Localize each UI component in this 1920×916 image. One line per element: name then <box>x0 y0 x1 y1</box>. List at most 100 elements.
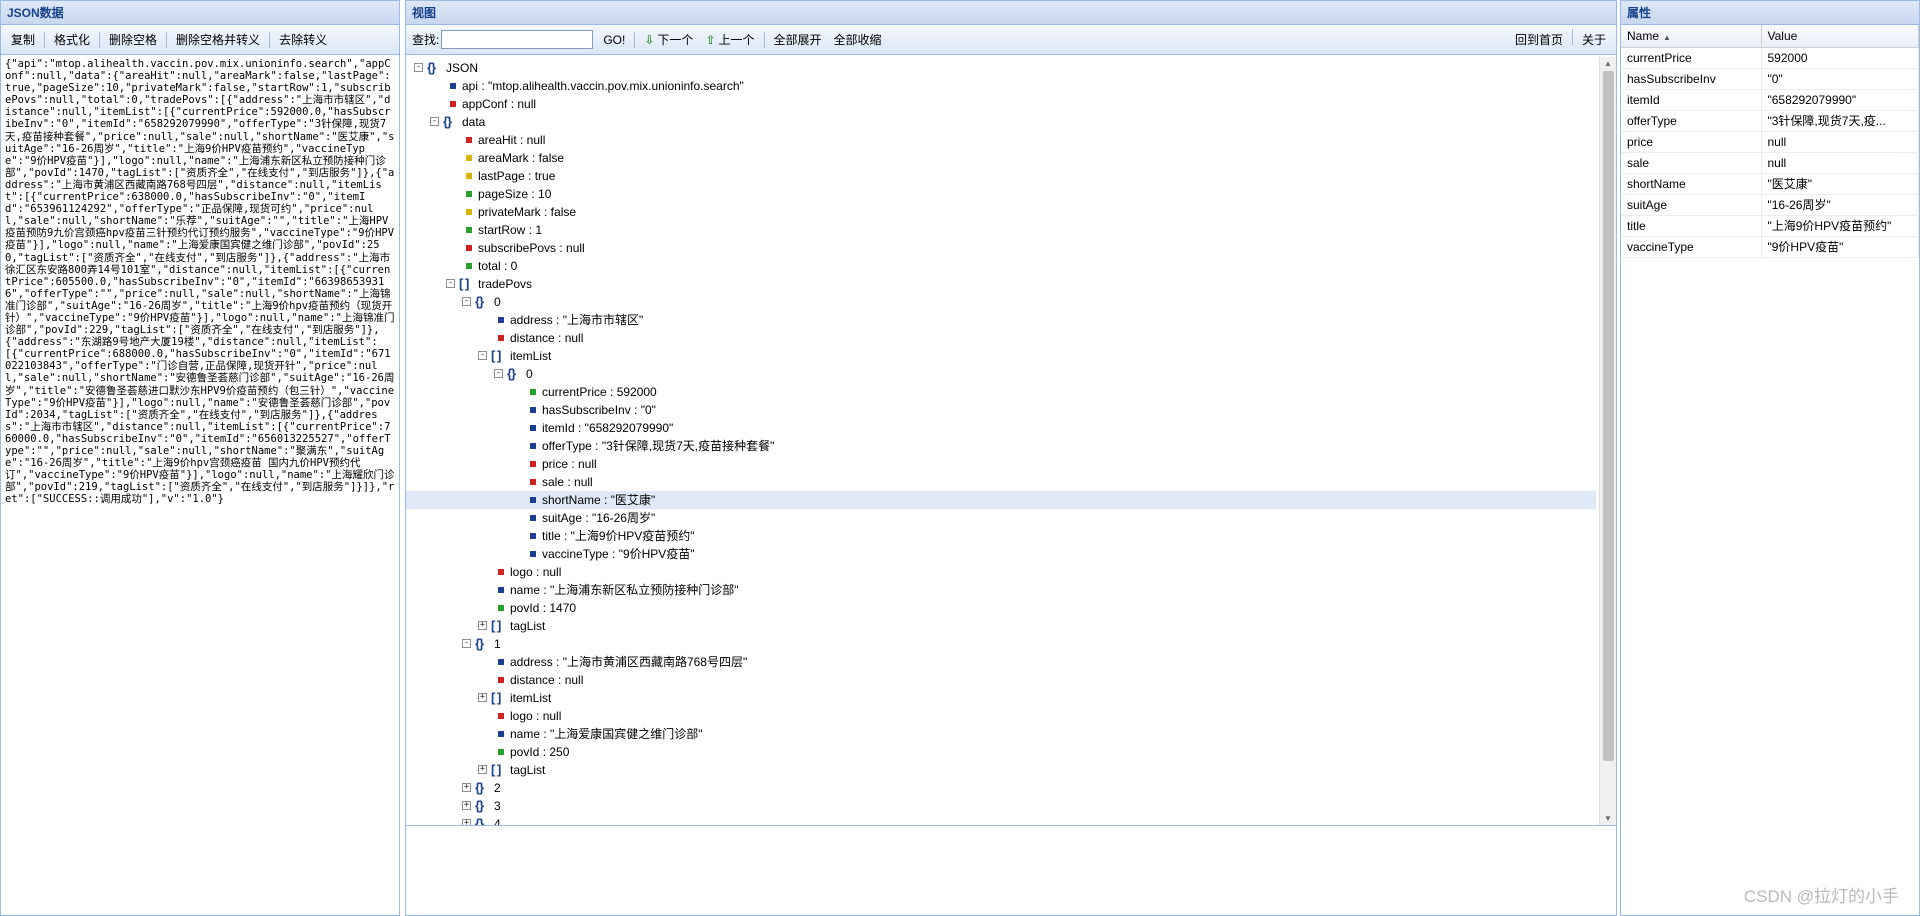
tree-node[interactable]: distance : null <box>406 671 1596 689</box>
collapse-all-button[interactable]: 全部收缩 <box>828 29 888 51</box>
property-row[interactable]: offerType "3针保障,现货7天,疫... <box>1621 110 1919 132</box>
collapse-toggle-icon[interactable]: - <box>462 639 471 648</box>
tree-node[interactable]: title : "上海9价HPV疫苗预约" <box>406 527 1596 545</box>
value-column-header[interactable]: Value <box>1761 25 1919 48</box>
scrollbar-thumb[interactable] <box>1603 71 1614 761</box>
tree-node[interactable]: povId : 1470 <box>406 599 1596 617</box>
tree-node[interactable]: + [ ] tagList <box>406 761 1596 779</box>
tree-node[interactable]: pageSize : 10 <box>406 185 1596 203</box>
tree-node[interactable]: areaMark : false <box>406 149 1596 167</box>
property-row[interactable]: price null <box>1621 131 1919 153</box>
tree-node[interactable]: + [ ] itemList <box>406 689 1596 707</box>
expand-toggle-icon[interactable]: + <box>478 693 487 702</box>
tree-node-label: subscribePovs : null <box>478 241 585 255</box>
tree-node-label: startRow : 1 <box>478 223 543 237</box>
expand-all-button[interactable]: 全部展开 <box>768 29 828 51</box>
tree-node-label: 0 <box>526 367 533 381</box>
tree-node[interactable]: hasSubscribeInv : "0" <box>406 401 1596 419</box>
property-row[interactable]: title "上海9价HPV疫苗预约" <box>1621 215 1919 237</box>
tree-node[interactable]: sale : null <box>406 473 1596 491</box>
tree-node[interactable]: -{} data <box>406 113 1596 131</box>
tree-node[interactable]: + {} 3 <box>406 797 1596 815</box>
tree-node[interactable]: name : "上海浦东新区私立预防接种门诊部" <box>406 581 1596 599</box>
copy-button[interactable]: 复制 <box>5 29 41 51</box>
tree-node-label: 3 <box>494 799 501 813</box>
next-button[interactable]: ⇩ 下一个 <box>638 29 699 51</box>
tree-node[interactable]: startRow : 1 <box>406 221 1596 239</box>
property-value: "3针保障,现货7天,疫... <box>1761 110 1919 132</box>
go-button[interactable]: GO! <box>597 29 631 51</box>
home-button[interactable]: 回到首页 <box>1509 29 1569 51</box>
tree-node-label: pageSize : 10 <box>478 187 552 201</box>
tree-node[interactable]: distance : null <box>406 329 1596 347</box>
tree-node[interactable]: -{} JSON <box>406 59 1596 77</box>
tree-node[interactable]: vaccineType : "9价HPV疫苗" <box>406 545 1596 563</box>
tree-node[interactable]: price : null <box>406 455 1596 473</box>
tree-node[interactable]: appConf : null <box>406 95 1596 113</box>
remove-spaces-escape-button[interactable]: 删除空格并转义 <box>170 29 266 51</box>
expand-toggle-icon[interactable]: + <box>478 765 487 774</box>
tree-node[interactable]: itemId : "658292079990" <box>406 419 1596 437</box>
tree-node[interactable]: logo : null <box>406 707 1596 725</box>
tree-node[interactable]: + {} 2 <box>406 779 1596 797</box>
tree-node[interactable]: privateMark : false <box>406 203 1596 221</box>
object-icon: {} <box>475 816 484 825</box>
about-button[interactable]: 关于 <box>1576 29 1612 51</box>
tree-node[interactable]: address : "上海市黄浦区西藏南路768号四层" <box>406 653 1596 671</box>
collapse-toggle-icon[interactable]: - <box>462 297 471 306</box>
object-icon: {} <box>475 798 484 813</box>
collapse-toggle-icon[interactable]: - <box>494 369 503 378</box>
tree-node[interactable]: -{} 0 <box>406 293 1596 311</box>
expand-toggle-icon[interactable]: + <box>462 801 471 810</box>
collapse-toggle-icon[interactable]: - <box>430 117 439 126</box>
scroll-up-icon[interactable]: ▲ <box>1604 59 1612 68</box>
value-type-icon <box>530 515 536 521</box>
property-row[interactable]: currentPrice 592000 <box>1621 47 1919 69</box>
tree-node[interactable]: +{} 4 <box>406 815 1596 825</box>
tree-node[interactable]: address : "上海市市辖区" <box>406 311 1596 329</box>
tree-node[interactable]: lastPage : true <box>406 167 1596 185</box>
tree-node[interactable]: offerType : "3针保障,现货7天,疫苗接种套餐" <box>406 437 1596 455</box>
property-row[interactable]: itemId "658292079990" <box>1621 89 1919 111</box>
tree-node[interactable]: name : "上海爱康国宾健之维门诊部" <box>406 725 1596 743</box>
remove-spaces-button[interactable]: 删除空格 <box>103 29 163 51</box>
tree-node[interactable]: -{} 0 <box>406 365 1596 383</box>
collapse-toggle-icon[interactable]: - <box>414 63 423 72</box>
property-row[interactable]: hasSubscribeInv "0" <box>1621 68 1919 90</box>
tree-node[interactable]: shortName : "医艾康" <box>406 491 1596 509</box>
expand-toggle-icon[interactable]: + <box>478 621 487 630</box>
tree-node-label: shortName : "医艾康" <box>542 493 656 507</box>
collapse-toggle-icon[interactable]: - <box>478 351 487 360</box>
tree-node[interactable]: total : 0 <box>406 257 1596 275</box>
find-input[interactable] <box>441 30 594 49</box>
property-row[interactable]: vaccineType "9价HPV疫苗" <box>1621 236 1919 258</box>
property-row[interactable]: sale null <box>1621 152 1919 174</box>
tree-node-label: currentPrice : 592000 <box>542 385 657 399</box>
toolbar-separator <box>1571 28 1573 45</box>
tree-node[interactable]: areaHit : null <box>406 131 1596 149</box>
format-button[interactable]: 格式化 <box>48 29 96 51</box>
tree-node[interactable]: currentPrice : 592000 <box>406 383 1596 401</box>
tree-node[interactable]: -[ ] tradePovs <box>406 275 1596 293</box>
prev-button[interactable]: ⇧ 上一个 <box>699 29 760 51</box>
name-column-header[interactable]: Name ▲ <box>1621 25 1762 48</box>
tree-node[interactable]: + [ ] tagList <box>406 617 1596 635</box>
scroll-down-icon[interactable]: ▼ <box>1604 814 1612 823</box>
tree-node[interactable]: -[ ] itemList <box>406 347 1596 365</box>
tree-node[interactable]: -{} 1 <box>406 635 1596 653</box>
arrow-down-icon: ⇩ <box>644 32 655 47</box>
unescape-button[interactable]: 去除转义 <box>273 29 333 51</box>
property-value: "9价HPV疫苗" <box>1761 236 1919 258</box>
object-icon: {} <box>427 60 436 75</box>
tree-node[interactable]: povId : 250 <box>406 743 1596 761</box>
tree-scrollbar[interactable]: ▲ ▼ <box>1599 57 1616 825</box>
property-row[interactable]: suitAge "16-26周岁" <box>1621 194 1919 216</box>
expand-toggle-icon[interactable]: + <box>462 783 471 792</box>
json-textarea[interactable]: {"api":"mtop.alihealth.vaccin.pov.mix.un… <box>1 55 399 915</box>
tree-node[interactable]: subscribePovs : null <box>406 239 1596 257</box>
collapse-toggle-icon[interactable]: - <box>446 279 455 288</box>
tree-node[interactable]: logo : null <box>406 563 1596 581</box>
tree-node[interactable]: suitAge : "16-26周岁" <box>406 509 1596 527</box>
property-row[interactable]: shortName "医艾康" <box>1621 173 1919 195</box>
tree-node[interactable]: api : "mtop.alihealth.vaccin.pov.mix.uni… <box>406 77 1596 95</box>
